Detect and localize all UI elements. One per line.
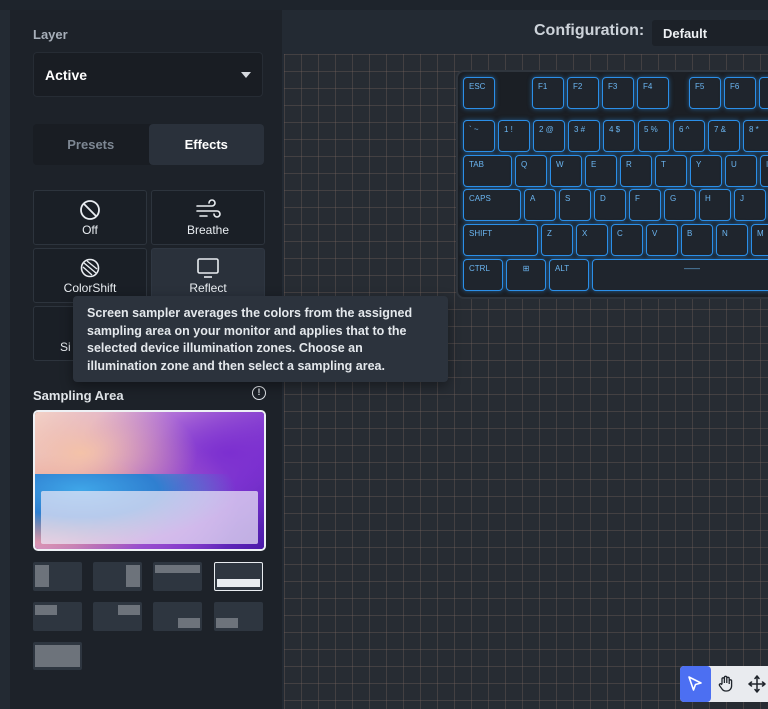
- zone-full[interactable]: [33, 642, 82, 670]
- key-space[interactable]: ——: [592, 259, 768, 291]
- key-x[interactable]: X: [576, 224, 608, 256]
- wind-icon: [196, 198, 221, 218]
- pointer-icon: [688, 676, 703, 691]
- key-c[interactable]: C: [611, 224, 643, 256]
- key-ctrl[interactable]: CTRL: [463, 259, 503, 291]
- key-g[interactable]: G: [664, 189, 696, 221]
- prohibited-icon: [80, 199, 100, 220]
- zone-bottom-right[interactable]: [153, 602, 202, 631]
- effect-si-label: Si: [60, 340, 71, 354]
- key-f4[interactable]: F4: [637, 77, 669, 109]
- key-2[interactable]: 2 @: [533, 120, 565, 152]
- effect-reflect-label: Reflect: [189, 280, 227, 295]
- key-y[interactable]: Y: [690, 155, 722, 187]
- key-e[interactable]: E: [585, 155, 617, 187]
- key-f6[interactable]: F6: [724, 77, 756, 109]
- key-f7[interactable]: [759, 77, 768, 109]
- top-bar: [0, 0, 768, 10]
- chevron-down-icon: [241, 72, 251, 78]
- key-7[interactable]: 7 &: [708, 120, 740, 152]
- key-8[interactable]: 8 *: [743, 120, 768, 152]
- key-j[interactable]: J: [734, 189, 766, 221]
- key-esc[interactable]: ESC: [463, 77, 495, 109]
- key-s[interactable]: S: [559, 189, 591, 221]
- key-q[interactable]: Q: [515, 155, 547, 187]
- sampling-preview[interactable]: [33, 410, 266, 551]
- move-tool-button[interactable]: [741, 666, 768, 702]
- colorshift-icon: [80, 258, 100, 277]
- keyboard-device[interactable]: ESC F1 F2 F3 F4 F5 F6 ` ~ 1 ! 2 @ 3 # 4 …: [456, 70, 768, 299]
- key-alt[interactable]: ALT: [549, 259, 589, 291]
- configuration-dropdown[interactable]: Default: [652, 20, 768, 46]
- canvas-toolbar: [680, 666, 768, 702]
- key-tab[interactable]: TAB: [463, 155, 512, 187]
- key-n[interactable]: N: [716, 224, 748, 256]
- preset-effects-tabs: Presets Effects: [33, 124, 264, 165]
- key-1[interactable]: 1 !: [498, 120, 530, 152]
- key-w[interactable]: W: [550, 155, 582, 187]
- layer-dropdown[interactable]: Active: [33, 52, 263, 97]
- key-d[interactable]: D: [594, 189, 626, 221]
- key-i[interactable]: I: [760, 155, 768, 187]
- monitor-icon: [197, 257, 219, 278]
- sampling-region-overlay[interactable]: [41, 491, 258, 544]
- key-f1[interactable]: F1: [532, 77, 564, 109]
- zone-bottom-left[interactable]: [214, 602, 263, 631]
- windows-key-icon[interactable]: ⊞: [506, 259, 546, 291]
- key-5[interactable]: 5 %: [638, 120, 670, 152]
- configuration-label: Configuration:: [534, 22, 645, 39]
- tab-presets[interactable]: Presets: [33, 124, 149, 165]
- key-4[interactable]: 4 $: [603, 120, 635, 152]
- effect-colorshift-button[interactable]: ColorShift: [33, 248, 147, 303]
- key-m[interactable]: M: [751, 224, 768, 256]
- key-h[interactable]: H: [699, 189, 731, 221]
- key-f3[interactable]: F3: [602, 77, 634, 109]
- effect-off-label: Off: [82, 222, 98, 237]
- effect-breathe-button[interactable]: Breathe: [151, 190, 265, 245]
- reflect-tooltip: Screen sampler averages the colors from …: [73, 296, 448, 382]
- key-backtick[interactable]: ` ~: [463, 120, 495, 152]
- select-tool-button[interactable]: [680, 666, 711, 702]
- effect-off-button[interactable]: Off: [33, 190, 147, 245]
- zone-top-right[interactable]: [93, 602, 142, 631]
- effect-colorshift-label: ColorShift: [63, 280, 117, 295]
- zone-bottom[interactable]: [214, 562, 263, 591]
- key-caps[interactable]: CAPS: [463, 189, 521, 221]
- key-v[interactable]: V: [646, 224, 678, 256]
- key-u[interactable]: U: [725, 155, 757, 187]
- configuration-value: Default: [663, 25, 708, 41]
- key-a[interactable]: A: [524, 189, 556, 221]
- zone-right[interactable]: [93, 562, 142, 591]
- tooltip-text: Screen sampler averages the colors from …: [87, 306, 413, 373]
- key-t[interactable]: T: [655, 155, 687, 187]
- pan-tool-button[interactable]: [711, 666, 742, 702]
- move-icon: [747, 675, 766, 693]
- info-icon[interactable]: !: [252, 386, 266, 400]
- key-z[interactable]: Z: [541, 224, 573, 256]
- hand-icon: [718, 675, 733, 692]
- key-r[interactable]: R: [620, 155, 652, 187]
- key-f[interactable]: F: [629, 189, 661, 221]
- sampling-area-label: Sampling Area: [33, 388, 124, 403]
- zone-top[interactable]: [153, 562, 202, 591]
- key-left-shift[interactable]: SHIFT: [463, 224, 538, 256]
- tab-effects[interactable]: Effects: [148, 124, 264, 165]
- key-6[interactable]: 6 ^: [673, 120, 705, 152]
- key-f5[interactable]: F5: [689, 77, 721, 109]
- key-b[interactable]: B: [681, 224, 713, 256]
- zone-left[interactable]: [33, 562, 82, 591]
- effect-reflect-button[interactable]: Reflect: [151, 248, 265, 303]
- effect-breathe-label: Breathe: [186, 222, 230, 237]
- layer-label: Layer: [33, 27, 68, 42]
- key-3[interactable]: 3 #: [568, 120, 600, 152]
- zone-top-left[interactable]: [33, 602, 82, 631]
- key-f2[interactable]: F2: [567, 77, 599, 109]
- layer-dropdown-value: Active: [45, 66, 88, 83]
